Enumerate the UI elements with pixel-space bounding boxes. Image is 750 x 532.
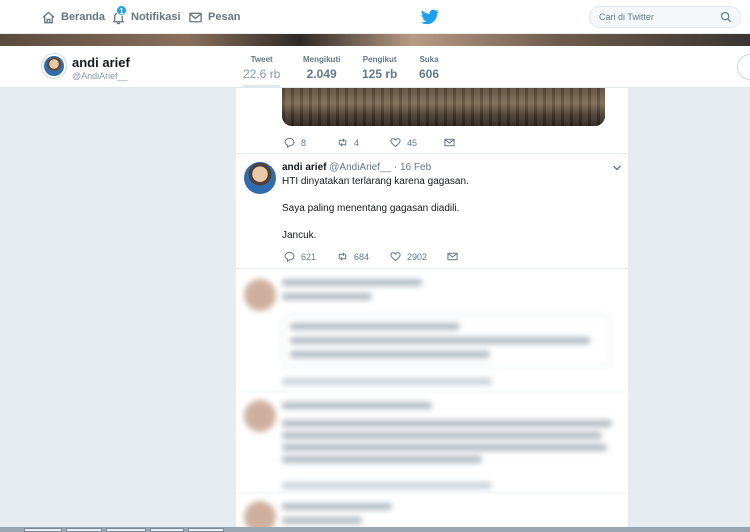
search-input[interactable]: Cari di Twitter (589, 6, 741, 28)
reply-button[interactable]: 8 (284, 137, 337, 148)
stat-likes[interactable]: Suka 606 (419, 55, 439, 81)
direct-message-button[interactable] (447, 251, 458, 262)
retweet-count: 684 (354, 251, 370, 262)
stat-tweets-label: Tweet (250, 55, 273, 64)
tweet-header: andi arief @AndiArief__ · 16 Feb (282, 162, 431, 173)
stat-tweets-value: 22,6 rb (243, 67, 281, 81)
nav-home-label: Beranda (61, 11, 106, 23)
like-count: 2902 (407, 251, 428, 262)
profile-avatar[interactable] (42, 54, 66, 78)
stat-likes-label: Suka (419, 55, 439, 64)
stat-followers[interactable]: Pengikut 125 rb (362, 55, 397, 81)
stat-following-label: Mengikuti (303, 55, 341, 64)
search-icon[interactable] (720, 11, 732, 23)
retweet-count: 4 (354, 137, 360, 148)
stat-following[interactable]: Mengikuti 2.049 (303, 55, 340, 81)
retweet-button[interactable]: 684 (337, 251, 390, 262)
direct-message-button[interactable] (444, 137, 455, 148)
taskbar-button[interactable] (66, 528, 102, 532)
tweet-text-line: HTI dinyatakan terlarang karena gagasan. (282, 176, 469, 187)
tweet-text-line: Saya paling menentang gagasan diadili. (282, 203, 460, 214)
reply-icon (284, 251, 295, 262)
envelope-icon (189, 12, 202, 22)
retweet-button[interactable]: 4 (337, 137, 390, 148)
retweet-icon (338, 138, 347, 147)
retweet-icon (338, 252, 347, 261)
profile-header-image (0, 34, 750, 46)
tweet-text-line: Jancuk. (282, 230, 317, 241)
nav-messages[interactable]: Pesan (188, 0, 240, 34)
envelope-icon (447, 252, 458, 261)
blurred-tweet (236, 394, 628, 494)
profile-handle: @AndiArief__ (72, 71, 128, 81)
blurred-avatar (244, 279, 276, 311)
taskbar-button[interactable] (188, 528, 224, 532)
tweet-date[interactable]: · 16 Feb (394, 162, 431, 173)
tweet-author-handle[interactable]: @AndiArief__ (329, 162, 391, 173)
profile-stats-bar: andi arief @AndiArief__ Tweet 22,6 rb Me… (0, 46, 750, 88)
tweet-actions: 8 4 45 (284, 137, 455, 148)
stat-followers-label: Pengikut (362, 55, 397, 64)
stat-following-value: 2.049 (306, 67, 337, 81)
chevron-down-icon[interactable] (612, 164, 622, 172)
tweet-author-name[interactable]: andi arief (282, 162, 326, 173)
tweet-actions: 621 684 2902 (284, 251, 458, 262)
stat-likes-value: 606 (419, 67, 440, 81)
home-icon (42, 10, 55, 23)
tweet-divider (236, 268, 628, 269)
nav-notifications[interactable]: 1 Notifikasi (111, 0, 181, 34)
nav-notifications-label: Notifikasi (131, 11, 181, 23)
stat-tweets[interactable]: Tweet 22,6 rb (243, 55, 281, 88)
like-button[interactable]: 45 (390, 137, 444, 148)
envelope-icon (444, 138, 455, 147)
taskbar-button[interactable] (24, 528, 62, 532)
tweet-divider (236, 153, 628, 154)
nav-home[interactable]: Beranda (41, 0, 105, 34)
stat-followers-value: 125 rb (362, 67, 398, 81)
profile-name[interactable]: andi arief (72, 55, 130, 70)
reply-button[interactable]: 621 (284, 251, 337, 262)
notification-count-badge: 1 (116, 5, 127, 16)
like-button[interactable]: 2902 (390, 251, 447, 262)
tweet-timeline: 8 4 45 andi arief @AndiArief__ · 16 Feb … (235, 88, 629, 532)
taskbar-button[interactable] (106, 528, 146, 532)
tweet-author-avatar[interactable] (244, 162, 276, 194)
blurred-tweet (236, 271, 628, 391)
reply-icon (284, 137, 295, 148)
nav-messages-label: Pesan (208, 11, 241, 23)
heart-icon (390, 138, 401, 148)
twitter-bird-icon[interactable] (421, 9, 439, 25)
top-navigation-bar: Beranda 1 Notifikasi Pesan Cari di Twitt… (0, 0, 750, 34)
like-count: 45 (407, 137, 418, 148)
tweet-media-image[interactable] (282, 88, 605, 126)
blurred-avatar (244, 400, 276, 432)
search-placeholder: Cari di Twitter (599, 12, 654, 22)
taskbar-button[interactable] (150, 528, 184, 532)
heart-icon (390, 252, 401, 262)
reply-count: 621 (301, 251, 317, 262)
reply-count: 8 (301, 137, 307, 148)
